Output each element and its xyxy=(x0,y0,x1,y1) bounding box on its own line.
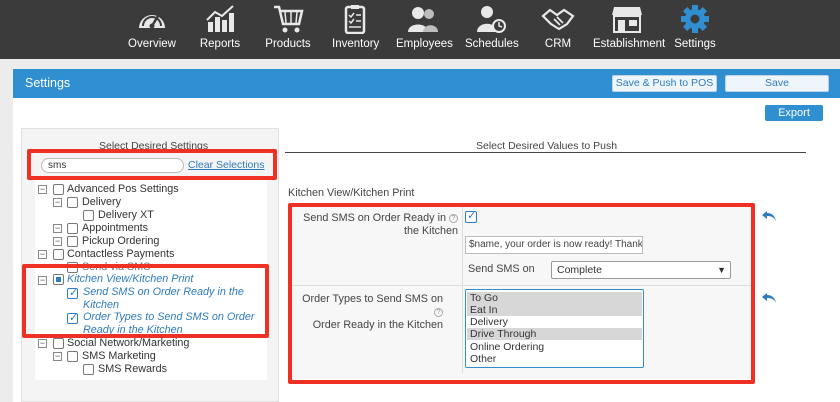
nav-label: Inventory xyxy=(332,38,380,50)
section-title: Kitchen View/Kitchen Print xyxy=(288,187,415,199)
speedometer-icon xyxy=(139,15,165,29)
undo-icon[interactable] xyxy=(761,209,777,223)
nav-overview[interactable]: Overview xyxy=(128,4,176,56)
tree-item-sms-marketing[interactable]: SMS Marketing xyxy=(82,350,156,362)
person-clock-icon xyxy=(477,6,506,33)
tree-item-delivery[interactable]: Delivery xyxy=(82,196,121,208)
collapse-toggle[interactable]: − xyxy=(38,250,47,259)
collapse-toggle[interactable]: − xyxy=(53,237,62,246)
collapse-toggle[interactable]: − xyxy=(38,339,47,348)
collapse-toggle[interactable]: − xyxy=(53,352,62,361)
page-title: Settings xyxy=(25,76,71,90)
collapse-toggle[interactable]: − xyxy=(53,224,62,233)
collapse-toggle[interactable]: − xyxy=(38,185,47,194)
tree-checkbox[interactable] xyxy=(67,351,78,362)
collapse-toggle[interactable]: − xyxy=(53,198,62,207)
nav-schedules[interactable]: Schedules xyxy=(465,4,519,56)
tree-item-sms-rewards[interactable]: SMS Rewards xyxy=(98,363,167,375)
clipboard-icon xyxy=(344,5,366,34)
tree-checkbox[interactable] xyxy=(53,338,64,349)
nav-label: Overview xyxy=(128,38,176,50)
store-icon xyxy=(612,7,642,33)
cart-icon xyxy=(274,5,304,33)
tree-checkbox[interactable] xyxy=(67,197,78,208)
highlight-box-tree xyxy=(22,264,269,338)
tree-checkbox[interactable] xyxy=(83,364,94,375)
handshake-icon xyxy=(541,8,575,31)
nav-label: Employees xyxy=(396,38,453,50)
nav-reports[interactable]: Reports xyxy=(198,4,242,56)
nav-label: Reports xyxy=(199,38,241,50)
tree-item-advanced-pos[interactable]: Advanced Pos Settings xyxy=(67,183,179,195)
tree-item-appointments[interactable]: Appointments xyxy=(82,222,148,234)
undo-icon[interactable] xyxy=(761,291,777,305)
nav-inventory[interactable]: Inventory xyxy=(332,4,380,56)
nav-employees[interactable]: Employees xyxy=(396,4,453,56)
save-button[interactable]: Save xyxy=(725,75,829,92)
nav-products[interactable]: Products xyxy=(264,4,312,56)
nav-crm[interactable]: CRM xyxy=(541,4,575,56)
tree-checkbox[interactable] xyxy=(53,249,64,260)
panel-header: Settings Save & Push to POS Save xyxy=(13,69,840,98)
select-values-heading: Select Desired Values to Push xyxy=(476,140,618,152)
nav-settings[interactable]: Settings xyxy=(672,4,718,56)
nav-label: CRM xyxy=(544,38,572,50)
tree-item-contactless-payments[interactable]: Contactless Payments xyxy=(67,248,174,260)
tree-item-pickup-ordering[interactable]: Pickup Ordering xyxy=(82,235,159,247)
export-button[interactable]: Export xyxy=(765,105,823,121)
nav-establishment[interactable]: Establishment xyxy=(593,4,666,56)
people-icon xyxy=(408,7,438,32)
gear-icon xyxy=(681,5,709,33)
nav-label: Schedules xyxy=(465,38,519,50)
heading-divider xyxy=(285,152,806,153)
nav-label: Settings xyxy=(674,38,716,50)
nav-label: Products xyxy=(265,38,311,50)
top-navigation-bar: Overview Reports Products Inventory Empl… xyxy=(0,0,840,59)
tree-item-social-network[interactable]: Social Network/Marketing xyxy=(67,337,189,349)
nav-label: Establishment xyxy=(593,38,666,50)
tree-checkbox[interactable] xyxy=(83,210,94,221)
tree-item-delivery-xt[interactable]: Delivery XT xyxy=(98,209,154,221)
tree-checkbox[interactable] xyxy=(67,223,78,234)
highlight-box-search xyxy=(27,149,277,180)
bar-chart-icon xyxy=(206,5,234,32)
highlight-box-values xyxy=(288,203,755,384)
save-push-pos-button[interactable]: Save & Push to POS xyxy=(612,75,717,92)
tree-checkbox[interactable] xyxy=(53,184,64,195)
tree-checkbox[interactable] xyxy=(67,236,78,247)
